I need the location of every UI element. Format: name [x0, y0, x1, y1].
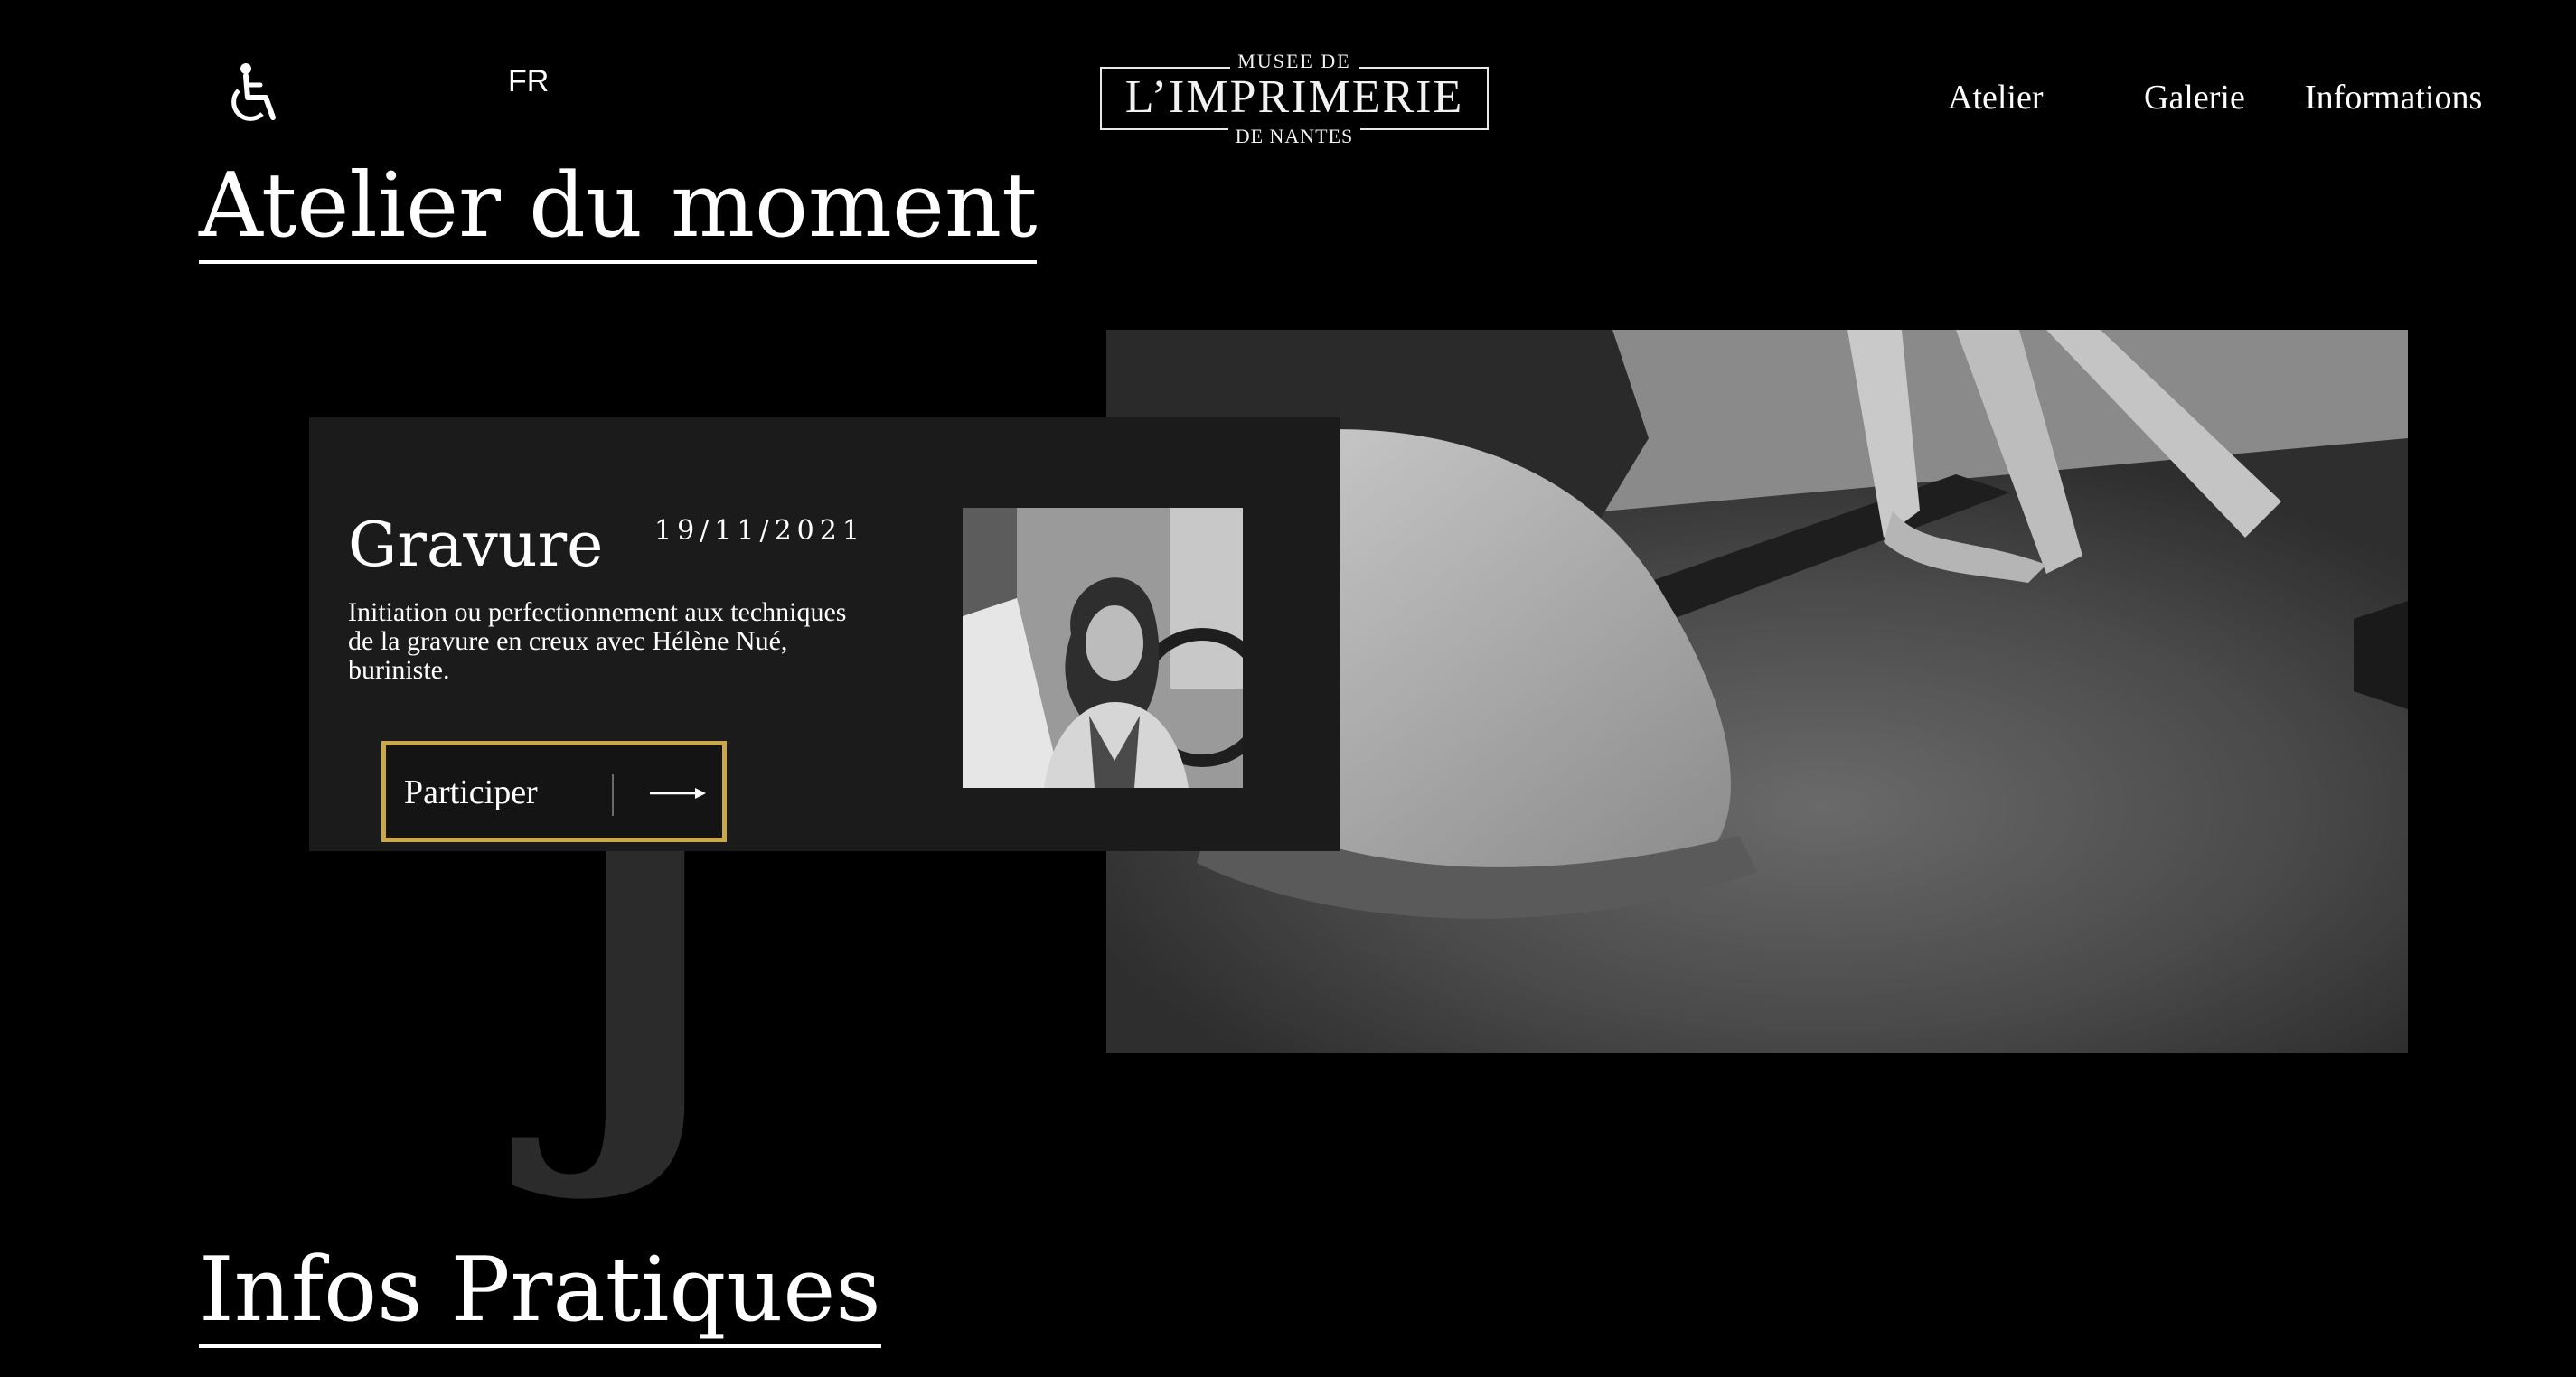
- arrow-right-icon: [650, 788, 706, 799]
- participate-button-label: Participer: [404, 773, 538, 811]
- museum-logo[interactable]: MUSEE DE L’IMPRIMERIE DE NANTES: [1095, 50, 1493, 148]
- accessibility-button[interactable]: [226, 61, 284, 126]
- nav-galerie[interactable]: Galerie: [2144, 76, 2245, 119]
- logo-main-text: L’IMPRIMERIE: [1124, 71, 1464, 123]
- wheelchair-icon: [231, 63, 276, 121]
- language-selector[interactable]: FR: [508, 63, 549, 99]
- nav-atelier[interactable]: Atelier: [1948, 76, 2044, 119]
- logo-top-text: MUSEE DE: [1230, 50, 1359, 72]
- participate-button[interactable]: Participer: [381, 741, 727, 842]
- button-divider: [612, 774, 614, 816]
- workshop-card: Gravure 19/11/2021 Initiation ou perfect…: [309, 417, 1340, 851]
- card-title: Gravure: [348, 510, 604, 581]
- section-title-atelier: Atelier du moment: [199, 155, 1038, 264]
- logo-bottom-text: DE NANTES: [1227, 125, 1361, 147]
- artist-portrait: [963, 508, 1243, 788]
- card-description: Initiation ou perfectionnement aux techn…: [348, 597, 847, 685]
- section-title-infos: Infos Pratiques: [199, 1240, 881, 1348]
- nav-informations[interactable]: Informations: [2305, 76, 2482, 119]
- card-date: 19/11/2021: [654, 515, 865, 547]
